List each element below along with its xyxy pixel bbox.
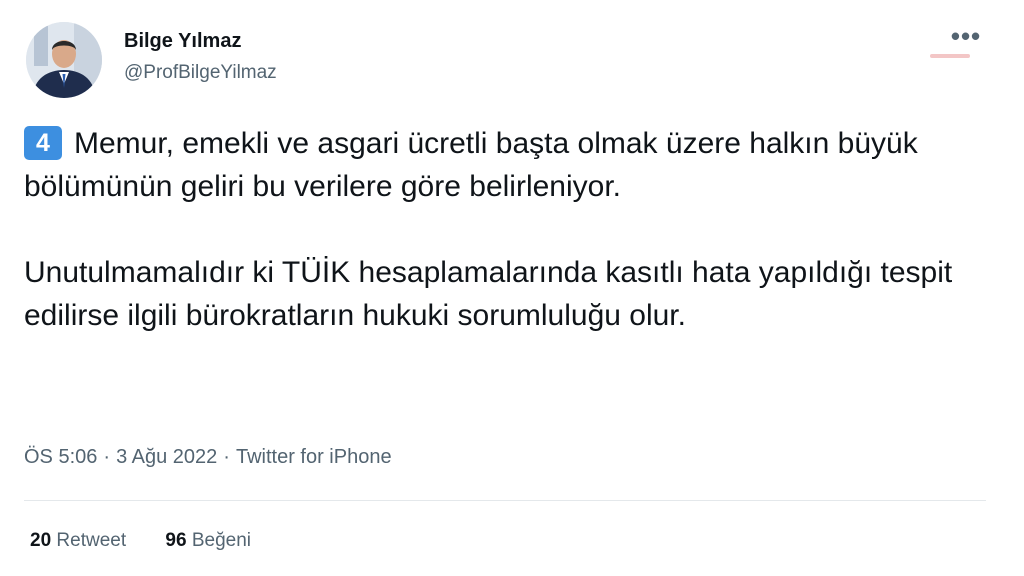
likes-count: 96: [165, 530, 187, 551]
tweet-date[interactable]: 3 Ağu 2022: [116, 446, 217, 468]
tweet-paragraph-1: 4 Memur, emekli ve asgari ücretli başta o…: [24, 122, 984, 208]
retweets-count: 20: [30, 530, 52, 551]
meta-separator: ·: [103, 446, 111, 468]
avatar[interactable]: [26, 22, 102, 98]
paragraph-1-text: Memur, emekli ve asgari ücretli başta ol…: [24, 127, 918, 203]
keycap-number-emoji: 4: [24, 126, 62, 160]
retweets-label: Retweet: [56, 530, 127, 551]
profile-photo-icon: [26, 22, 102, 98]
author-handle[interactable]: @ProfBilgeYilmaz: [124, 62, 277, 84]
tweet-card: Bilge Yılmaz @ProfBilgeYilmaz ••• 4 Memur…: [0, 0, 1024, 576]
watermark-logo: [930, 54, 970, 58]
tweet-source[interactable]: Twitter for iPhone: [236, 446, 392, 468]
tweet-stats: 20 Retweet 96 Beğeni: [30, 530, 285, 552]
likes-stat[interactable]: 96 Beğeni: [165, 530, 251, 552]
tweet-meta: ÖS 5:06 · 3 Ağu 2022 · Twitter for iPhone: [24, 446, 392, 469]
author-display-name[interactable]: Bilge Yılmaz: [124, 30, 241, 53]
likes-label: Beğeni: [191, 530, 251, 551]
tweet-time[interactable]: ÖS 5:06: [24, 446, 97, 468]
meta-separator: ·: [223, 446, 230, 468]
tweet-paragraph-2: Unutulmamalıdır ki TÜİK hesaplamalarında…: [24, 256, 953, 332]
divider: [24, 500, 986, 501]
tweet-text: 4 Memur, emekli ve asgari ücretli başta o…: [24, 122, 984, 337]
retweets-stat[interactable]: 20 Retweet: [30, 530, 126, 552]
